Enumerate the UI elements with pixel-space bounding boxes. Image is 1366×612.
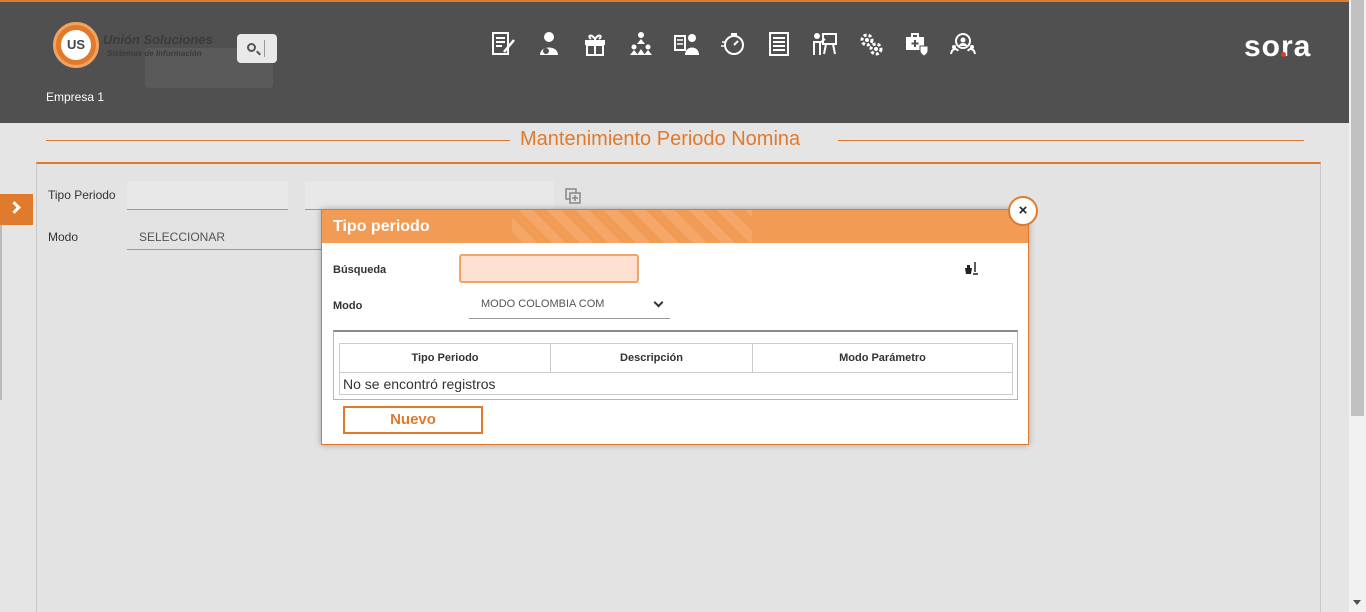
modal-modo-select[interactable]: MODO COLOMBIA COM bbox=[469, 293, 670, 319]
time-icon[interactable] bbox=[719, 30, 747, 58]
modo-select[interactable]: SELECCIONAR bbox=[127, 224, 327, 250]
tipo-periodo-label: Tipo Periodo bbox=[48, 188, 116, 202]
header-pattern bbox=[512, 210, 752, 243]
page-title: Mantenimiento Periodo Nomina bbox=[520, 128, 801, 150]
contract-icon[interactable] bbox=[673, 30, 701, 58]
employee-icon[interactable] bbox=[535, 30, 563, 58]
tipo-periodo-dialog: Tipo periodo Búsqueda Modo MODO COLOMBIA… bbox=[321, 209, 1029, 445]
tipo-periodo-code-input[interactable] bbox=[127, 181, 288, 210]
table-row: No se encontró registros bbox=[339, 372, 1013, 395]
brand-dot bbox=[1281, 52, 1286, 57]
scrollbar-thumb[interactable] bbox=[1351, 0, 1364, 416]
health-icon[interactable] bbox=[903, 30, 931, 58]
company-selector[interactable]: Empresa 1 bbox=[46, 90, 104, 104]
scroll-down-arrow[interactable] bbox=[1353, 600, 1361, 605]
busqueda-label: Búsqueda bbox=[333, 264, 387, 276]
report-icon[interactable] bbox=[765, 30, 793, 58]
search-people-icon[interactable] bbox=[949, 30, 977, 58]
tipo-periodo-description-input[interactable] bbox=[305, 181, 554, 210]
chevron-down-icon bbox=[653, 297, 664, 308]
dialog-header: Tipo periodo bbox=[322, 210, 1028, 243]
brand-text: sora bbox=[1244, 30, 1312, 63]
modo-label: Modo bbox=[48, 230, 79, 244]
column-header-modo-parametro[interactable]: Modo Parámetro bbox=[752, 343, 1013, 373]
search-separator bbox=[264, 40, 265, 57]
logo-subtitle: Sistemas de Información bbox=[107, 49, 202, 58]
nuevo-button[interactable]: Nuevo bbox=[343, 406, 483, 434]
training-icon[interactable] bbox=[811, 30, 839, 58]
dialog-title: Tipo periodo bbox=[333, 218, 430, 235]
sora-brand-logo: sora bbox=[1244, 30, 1311, 64]
modal-modo-label: Modo bbox=[333, 300, 363, 312]
payroll-document-icon[interactable] bbox=[489, 30, 517, 58]
settings-gears-icon[interactable] bbox=[857, 30, 885, 58]
title-divider-right bbox=[838, 140, 1304, 141]
title-divider-left bbox=[46, 140, 510, 141]
logo-mark: US bbox=[61, 30, 91, 60]
close-icon[interactable]: × bbox=[1008, 196, 1038, 226]
top-navbar: US Unión Soluciones Sistemas de Informac… bbox=[0, 0, 1349, 123]
logo-name: Unión Soluciones bbox=[103, 32, 213, 47]
logo-circle: US bbox=[53, 22, 99, 68]
table-header-row: Tipo Periodo Descripción Modo Parámetro bbox=[339, 343, 1013, 373]
busqueda-input[interactable] bbox=[459, 254, 639, 283]
company-logo[interactable]: US Unión Soluciones Sistemas de Informac… bbox=[53, 22, 273, 88]
lookup-icon[interactable] bbox=[565, 188, 581, 204]
chevron-right-icon bbox=[8, 201, 21, 214]
empty-message: No se encontró registros bbox=[339, 372, 1013, 395]
organization-icon[interactable] bbox=[627, 30, 655, 58]
global-search-button[interactable] bbox=[237, 34, 277, 63]
clear-filter-icon[interactable] bbox=[963, 260, 979, 276]
column-header-descripcion[interactable]: Descripción bbox=[550, 343, 753, 373]
column-header-tipo-periodo[interactable]: Tipo Periodo bbox=[339, 343, 551, 373]
results-table-container: Tipo Periodo Descripción Modo Parámetro … bbox=[333, 330, 1018, 400]
search-icon bbox=[247, 43, 256, 52]
sidebar-edge bbox=[0, 225, 2, 400]
gift-icon[interactable] bbox=[581, 30, 609, 58]
modal-modo-value: MODO COLOMBIA COM bbox=[481, 298, 605, 310]
sidebar-toggle-button[interactable] bbox=[0, 194, 33, 225]
results-table: Tipo Periodo Descripción Modo Parámetro … bbox=[339, 343, 1013, 395]
